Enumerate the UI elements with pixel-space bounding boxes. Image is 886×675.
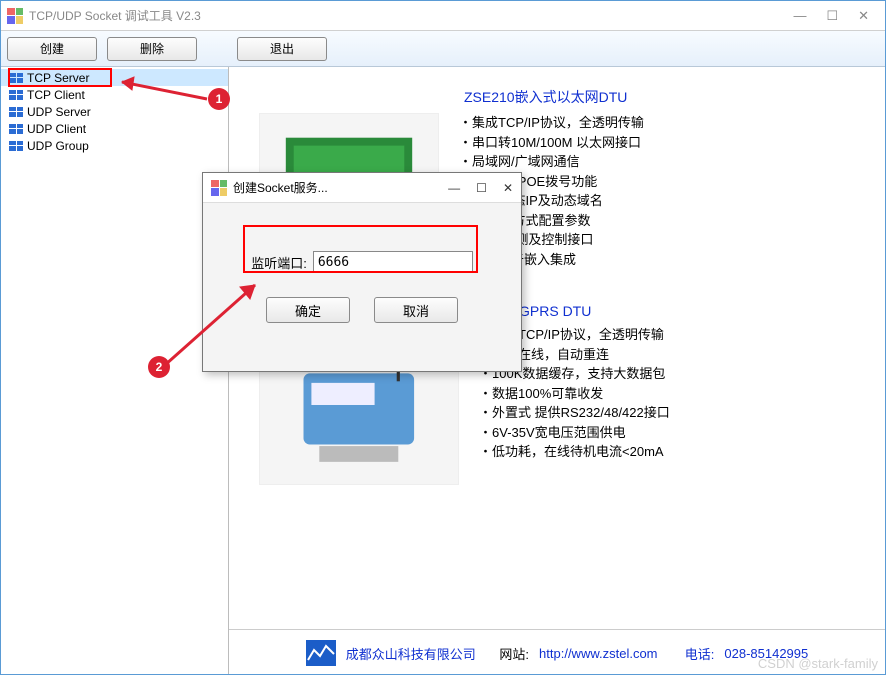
- annotation-arrow-2: [160, 275, 270, 375]
- sidebar-item-label: UDP Client: [27, 122, 86, 136]
- dialog-maximize-button[interactable]: ☐: [476, 181, 487, 195]
- annotation-badge-2: 2: [148, 356, 170, 378]
- titlebar: TCP/UDP Socket 调试工具 V2.3 — ☐ ✕: [1, 1, 885, 31]
- tree-icon: [9, 73, 23, 83]
- maximize-button[interactable]: ☐: [826, 8, 838, 24]
- product-title: GPRS DTU: [519, 303, 855, 319]
- dialog-titlebar: 创建Socket服务... — ☐ ✕: [203, 173, 521, 203]
- cancel-button[interactable]: 取消: [374, 297, 458, 323]
- app-icon: [7, 8, 23, 24]
- tree-icon: [9, 90, 23, 100]
- delete-button[interactable]: 删除: [107, 37, 197, 61]
- sidebar-item-udp-group[interactable]: UDP Group: [1, 137, 228, 154]
- dialog-close-button[interactable]: ✕: [503, 181, 513, 195]
- watermark: CSDN @stark-family: [758, 656, 878, 671]
- dialog-icon: [211, 180, 227, 196]
- footer-site-label: 网站:: [499, 644, 529, 663]
- dialog-minimize-button[interactable]: —: [448, 181, 460, 195]
- port-input[interactable]: [313, 251, 473, 273]
- tree-icon: [9, 124, 23, 134]
- minimize-button[interactable]: —: [793, 8, 806, 24]
- sidebar-item-label: TCP Server: [27, 71, 89, 85]
- footer-company: 成都众山科技有限公司: [346, 644, 476, 663]
- sidebar-item-label: UDP Group: [27, 139, 89, 153]
- dialog-title: 创建Socket服务...: [233, 179, 448, 196]
- create-button[interactable]: 创建: [7, 37, 97, 61]
- port-label: 监听端口:: [251, 253, 307, 272]
- ok-button[interactable]: 确定: [266, 297, 350, 323]
- footer-site-link[interactable]: http://www.zstel.com: [539, 646, 657, 661]
- product-title: ZSE210嵌入式以太网DTU: [464, 87, 855, 107]
- tree-icon: [9, 141, 23, 151]
- annotation-badge-1: 1: [208, 88, 230, 110]
- footer-logo-icon: [306, 640, 336, 666]
- close-button[interactable]: ✕: [858, 8, 869, 24]
- annotation-arrow-1: [112, 74, 212, 104]
- sidebar-item-label: TCP Client: [27, 88, 85, 102]
- window-controls: — ☐ ✕: [793, 8, 879, 24]
- sidebar-item-udp-server[interactable]: UDP Server: [1, 103, 228, 120]
- sidebar-item-udp-client[interactable]: UDP Client: [1, 120, 228, 137]
- exit-button[interactable]: 退出: [237, 37, 327, 61]
- window-title: TCP/UDP Socket 调试工具 V2.3: [29, 7, 793, 24]
- footer-phone-label: 电话:: [685, 644, 715, 663]
- toolbar: 创建 删除 退出: [1, 31, 885, 67]
- tree-icon: [9, 107, 23, 117]
- sidebar-item-label: UDP Server: [27, 105, 91, 119]
